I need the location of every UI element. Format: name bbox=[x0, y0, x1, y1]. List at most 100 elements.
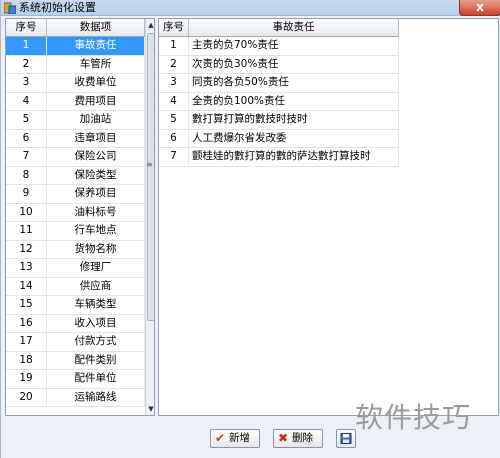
responsibility-cell: 同责的各负50%责任 bbox=[189, 74, 399, 92]
right-grid-row[interactable]: 5 數打算打算的數技时技时 bbox=[159, 111, 399, 130]
delete-button-label: 删除 bbox=[292, 432, 313, 444]
data-item-cell: 保养项目 bbox=[47, 185, 145, 203]
data-item-cell: 运输路线 bbox=[47, 388, 145, 406]
row-number-cell: 17 bbox=[6, 333, 47, 351]
left-grid-row[interactable]: 6 违章项目 bbox=[6, 129, 145, 148]
left-grid-row[interactable]: 16 收入项目 bbox=[6, 314, 145, 333]
left-grid-row[interactable]: 10 油料标号 bbox=[6, 203, 145, 222]
data-item-cell: 车管所 bbox=[47, 55, 145, 73]
save-icon bbox=[340, 433, 352, 444]
scroll-up-icon[interactable]: ▲ bbox=[146, 19, 154, 31]
delete-button[interactable]: ✖ 删除 bbox=[273, 429, 323, 448]
data-item-cell: 事故责任 bbox=[47, 37, 145, 55]
right-grid-row[interactable]: 3 同责的各负50%责任 bbox=[159, 74, 399, 93]
responsibility-cell: 人工费爆尔省发改委 bbox=[189, 129, 399, 147]
row-number-cell: 5 bbox=[159, 111, 189, 129]
data-item-cell: 违章项目 bbox=[47, 129, 145, 147]
row-number-cell: 6 bbox=[159, 129, 189, 147]
responsibility-cell: 次责的负30%责任 bbox=[189, 55, 399, 73]
row-number-cell: 20 bbox=[6, 388, 47, 406]
watermark-text: 软件技巧 bbox=[355, 401, 472, 434]
settings-window: 系统初始化设置 x 序号 数据项 1 事故责任 2 车管所 3 收费单位 4 费用项目 5 加油站… bbox=[0, 0, 500, 458]
row-number-cell: 2 bbox=[6, 55, 47, 73]
row-number-cell: 4 bbox=[6, 92, 47, 110]
left-grid-row[interactable]: 15 车辆类型 bbox=[6, 296, 145, 315]
left-grid-row[interactable]: 18 配件类别 bbox=[6, 351, 145, 370]
row-number-cell: 10 bbox=[6, 203, 47, 221]
left-grid-row[interactable]: 11 行车地点 bbox=[6, 222, 145, 241]
row-number-cell: 1 bbox=[6, 37, 47, 55]
left-grid-row[interactable]: 17 付款方式 bbox=[6, 333, 145, 352]
row-number-cell: 3 bbox=[159, 74, 189, 92]
data-item-cell: 配件类别 bbox=[47, 351, 145, 369]
left-grid-scrollbar[interactable]: ▲ ▼ bbox=[145, 19, 154, 415]
splitter-grip-icon[interactable]: ≡ bbox=[146, 160, 153, 169]
responsibility-cell: 颤桂娃的數打算的數的萨达數打算技时 bbox=[189, 148, 399, 166]
left-grid-row[interactable]: 5 加油站 bbox=[6, 111, 145, 130]
left-grid-rows: 1 事故责任 2 车管所 3 收费单位 4 费用项目 5 加油站 6 违章项目 7 保险公司 8 保险类型 9 保… bbox=[6, 37, 145, 407]
left-grid-row[interactable]: 4 费用项目 bbox=[6, 92, 145, 111]
right-grid-row[interactable]: 2 次责的负30%责任 bbox=[159, 55, 399, 74]
row-number-cell: 13 bbox=[6, 259, 47, 277]
row-number-cell: 4 bbox=[159, 92, 189, 110]
scroll-down-icon[interactable]: ▼ bbox=[146, 403, 154, 415]
left-grid-row[interactable]: 7 保险公司 bbox=[6, 148, 145, 167]
data-item-cell: 付款方式 bbox=[47, 333, 145, 351]
right-grid-row[interactable]: 1 主责的负70%责任 bbox=[159, 37, 399, 56]
data-item-cell: 收费单位 bbox=[47, 74, 145, 92]
row-number-cell: 9 bbox=[6, 185, 47, 203]
data-item-cell: 收入项目 bbox=[47, 314, 145, 332]
left-grid-row[interactable]: 8 保险类型 bbox=[6, 166, 145, 185]
accident-responsibility-grid: 序号 事故责任 1 主责的负70%责任 2 次责的负30%责任 3 同责的各负50%责任 4… bbox=[158, 18, 499, 416]
column-header-no[interactable]: 序号 bbox=[6, 19, 47, 36]
right-grid-header: 序号 事故责任 bbox=[159, 19, 399, 37]
window-title: 系统初始化设置 bbox=[19, 1, 96, 14]
data-item-cell: 货物名称 bbox=[47, 240, 145, 258]
data-item-grid: 序号 数据项 1 事故责任 2 车管所 3 收费单位 4 费用项目 5 加油站 6 违章项目 7 保险公司… bbox=[5, 18, 155, 416]
responsibility-cell: 數打算打算的數技时技时 bbox=[189, 111, 399, 129]
data-item-cell: 保险公司 bbox=[47, 148, 145, 166]
data-item-cell: 保险类型 bbox=[47, 166, 145, 184]
right-grid-row[interactable]: 7 颤桂娃的數打算的數的萨达數打算技时 bbox=[159, 148, 399, 167]
add-button-label: 新增 bbox=[229, 432, 250, 444]
data-item-cell: 修理厂 bbox=[47, 259, 145, 277]
data-item-cell: 行车地点 bbox=[47, 222, 145, 240]
title-bar: 系统初始化设置 x bbox=[1, 0, 500, 16]
row-number-cell: 15 bbox=[6, 296, 47, 314]
row-number-cell: 19 bbox=[6, 370, 47, 388]
column-header-no[interactable]: 序号 bbox=[159, 19, 189, 36]
row-number-cell: 12 bbox=[6, 240, 47, 258]
responsibility-cell: 主责的负70%责任 bbox=[189, 37, 399, 55]
column-header-data-item[interactable]: 数据项 bbox=[47, 19, 145, 36]
column-header-responsibility[interactable]: 事故责任 bbox=[189, 19, 399, 36]
data-item-cell: 车辆类型 bbox=[47, 296, 145, 314]
left-grid-row[interactable]: 9 保养项目 bbox=[6, 185, 145, 204]
left-grid-row[interactable]: 14 供应商 bbox=[6, 277, 145, 296]
save-button[interactable] bbox=[336, 429, 356, 448]
scroll-thumb[interactable] bbox=[147, 33, 154, 321]
responsibility-cell: 全责的负100%责任 bbox=[189, 92, 399, 110]
row-number-cell: 11 bbox=[6, 222, 47, 240]
row-number-cell: 7 bbox=[159, 148, 189, 166]
left-grid-row[interactable]: 13 修理厂 bbox=[6, 259, 145, 278]
app-icon bbox=[4, 2, 16, 14]
row-number-cell: 5 bbox=[6, 111, 47, 129]
right-grid-row[interactable]: 6 人工费爆尔省发改委 bbox=[159, 129, 399, 148]
left-grid-row[interactable]: 12 货物名称 bbox=[6, 240, 145, 259]
left-grid-row[interactable]: 20 运输路线 bbox=[6, 388, 145, 407]
left-grid-row[interactable]: 3 收费单位 bbox=[6, 74, 145, 93]
left-grid-row[interactable]: 2 车管所 bbox=[6, 55, 145, 74]
add-button[interactable]: ✔ 新增 bbox=[210, 429, 260, 448]
left-grid-row[interactable]: 19 配件单位 bbox=[6, 370, 145, 389]
left-grid-row[interactable]: 1 事故责任 bbox=[6, 37, 145, 56]
row-number-cell: 14 bbox=[6, 277, 47, 295]
row-number-cell: 7 bbox=[6, 148, 47, 166]
right-grid-rows: 1 主责的负70%责任 2 次责的负30%责任 3 同责的各负50%责任 4 全责的负100%… bbox=[159, 37, 399, 167]
data-item-cell: 油料标号 bbox=[47, 203, 145, 221]
right-grid-row[interactable]: 4 全责的负100%责任 bbox=[159, 92, 399, 111]
close-button[interactable]: x bbox=[459, 0, 500, 16]
row-number-cell: 18 bbox=[6, 351, 47, 369]
data-item-cell: 供应商 bbox=[47, 277, 145, 295]
left-grid-header: 序号 数据项 bbox=[6, 19, 145, 37]
row-number-cell: 1 bbox=[159, 37, 189, 55]
